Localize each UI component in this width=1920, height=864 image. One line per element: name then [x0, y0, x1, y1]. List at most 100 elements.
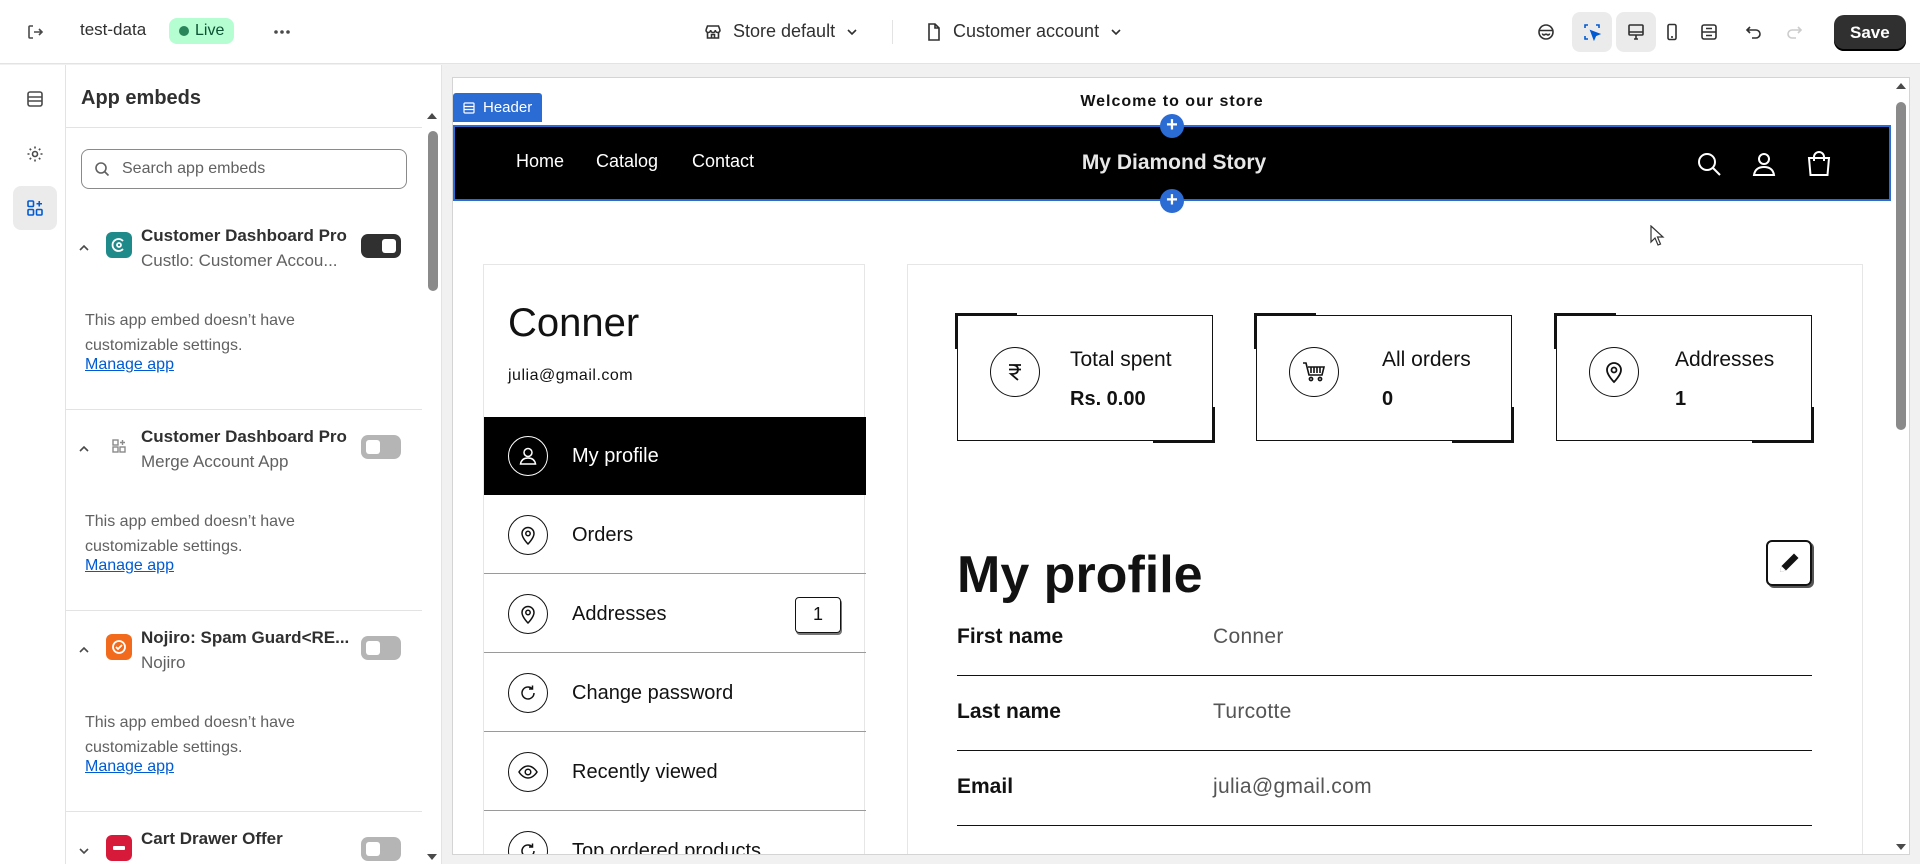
embed-name: Nojiro: Spam Guard<RE... [141, 628, 350, 647]
stat-label: All orders [1382, 348, 1471, 371]
undo-icon[interactable] [1734, 12, 1774, 52]
customer-name: Conner [508, 301, 640, 345]
manage-app-link[interactable]: Manage app [85, 758, 174, 776]
mouse-cursor-icon [1650, 225, 1665, 246]
chevron-up-icon[interactable] [76, 441, 92, 457]
pin-icon [1589, 347, 1639, 397]
eye-icon [508, 752, 548, 792]
more-actions-icon[interactable] [262, 12, 302, 52]
section-tag-label: Header [483, 99, 533, 116]
field-last-name: Last name Turcotte [957, 676, 1812, 751]
chevron-down-icon [847, 28, 857, 35]
account-sidebar: Conner julia@gmail.com My profile Orders… [483, 264, 866, 854]
rupee-icon [990, 347, 1040, 397]
pin-icon [508, 515, 548, 555]
card-corner [1153, 407, 1215, 443]
inspector-icon[interactable] [1572, 12, 1612, 52]
desktop-view-icon[interactable] [1616, 12, 1656, 52]
menu-change-password[interactable]: Change password [484, 654, 866, 732]
embed-item: Customer Dashboard Pro Merge Account App… [66, 411, 422, 611]
panel-title: App embeds [81, 87, 202, 109]
embed-item: Nojiro: Spam Guard<RE... Nojiro This app… [66, 612, 422, 812]
cart-icon [1289, 347, 1339, 397]
sections-icon[interactable] [13, 77, 57, 121]
add-section-above-button[interactable]: + [1160, 114, 1184, 138]
store-icon [705, 24, 721, 39]
page-select[interactable]: Customer account [925, 21, 1123, 42]
menu-addresses[interactable]: Addresses 1 [484, 575, 866, 653]
save-button[interactable]: Save [1834, 15, 1906, 51]
app-embeds-icon[interactable] [13, 186, 57, 230]
settings-gear-icon[interactable] [13, 132, 57, 176]
card-corner [1752, 407, 1814, 443]
chevron-up-icon[interactable] [76, 642, 92, 658]
stat-label: Total spent [1070, 348, 1172, 371]
menu-label: Addresses [572, 603, 667, 625]
stat-label: Addresses [1675, 348, 1775, 371]
store-brand[interactable]: My Diamond Story [455, 151, 1893, 175]
toggle-knob [366, 842, 380, 856]
scroll-up-arrow-icon[interactable] [1895, 81, 1907, 91]
toggle-knob [382, 239, 396, 253]
menu-my-profile[interactable]: My profile [484, 417, 866, 495]
page-icon [928, 22, 940, 41]
customer-email: julia@gmail.com [508, 367, 634, 384]
preview-scrollbar[interactable] [1892, 78, 1909, 854]
preview-customer-icon[interactable] [1526, 12, 1566, 52]
scrollbar-thumb[interactable] [428, 131, 438, 291]
embed-note: This app embed doesn’t have customizable… [85, 312, 295, 354]
edit-profile-button[interactable] [1766, 540, 1812, 586]
embed-toggle[interactable] [361, 435, 401, 459]
topbar-divider [892, 20, 893, 44]
embed-app: Nojiro [141, 653, 186, 672]
refresh-icon [508, 831, 548, 854]
menu-label: Recently viewed [572, 761, 718, 783]
scroll-down-arrow-icon[interactable] [426, 852, 438, 862]
mobile-view-icon[interactable] [1652, 12, 1692, 52]
user-icon [508, 436, 548, 476]
theme-select[interactable]: Store default [703, 21, 859, 42]
search-input[interactable] [122, 160, 382, 178]
field-label: First name [957, 625, 1064, 648]
manage-app-link[interactable]: Manage app [85, 557, 174, 575]
menu-top-ordered[interactable]: Top ordered products [484, 812, 866, 854]
full-width-icon[interactable] [1689, 12, 1729, 52]
add-section-below-button[interactable]: + [1160, 189, 1184, 213]
scrollbar-thumb[interactable] [1896, 102, 1906, 430]
stat-value: 0 [1382, 388, 1394, 410]
pin-icon [508, 594, 548, 634]
embed-toggle[interactable] [361, 837, 401, 861]
theme-select-label: Store default [733, 21, 836, 41]
nojiro-logo-icon [106, 634, 132, 660]
search-field[interactable] [81, 149, 407, 189]
menu-recently-viewed[interactable]: Recently viewed [484, 733, 866, 811]
manage-app-link[interactable]: Manage app [85, 356, 174, 374]
live-badge: Live [169, 18, 235, 44]
embed-item: Customer Dashboard Pro Custlo: Customer … [66, 210, 422, 410]
embed-toggle[interactable] [361, 234, 401, 258]
exit-icon[interactable] [15, 12, 55, 52]
page-select-label: Customer account [953, 21, 1100, 41]
card-corner [1554, 313, 1616, 349]
scroll-down-arrow-icon[interactable] [1895, 842, 1907, 852]
toggle-knob [366, 440, 380, 454]
scroll-up-arrow-icon[interactable] [426, 111, 438, 121]
stat-card-total-spent: Total spent Rs. 0.00 [955, 313, 1215, 443]
stat-value: 1 [1675, 388, 1687, 410]
menu-orders[interactable]: Orders [484, 496, 866, 574]
field-email: Email julia@gmail.com [957, 751, 1812, 826]
chevron-down-icon [1111, 28, 1121, 35]
embed-toggle[interactable] [361, 636, 401, 660]
header-section-tag[interactable]: Header [453, 93, 543, 122]
sidebar-scrollbar[interactable] [422, 111, 441, 864]
chevron-up-icon[interactable] [76, 240, 92, 256]
chevron-down-icon[interactable] [76, 843, 92, 859]
redo-icon[interactable] [1774, 12, 1814, 52]
search-icon[interactable] [1694, 149, 1724, 179]
account-icon[interactable] [1749, 149, 1779, 179]
card-corner [1254, 313, 1316, 349]
top-bar: test-data Live Store default Customer ac… [0, 0, 1920, 64]
menu-label: Orders [572, 524, 634, 546]
search-icon [95, 162, 110, 177]
cart-icon[interactable] [1804, 149, 1834, 179]
